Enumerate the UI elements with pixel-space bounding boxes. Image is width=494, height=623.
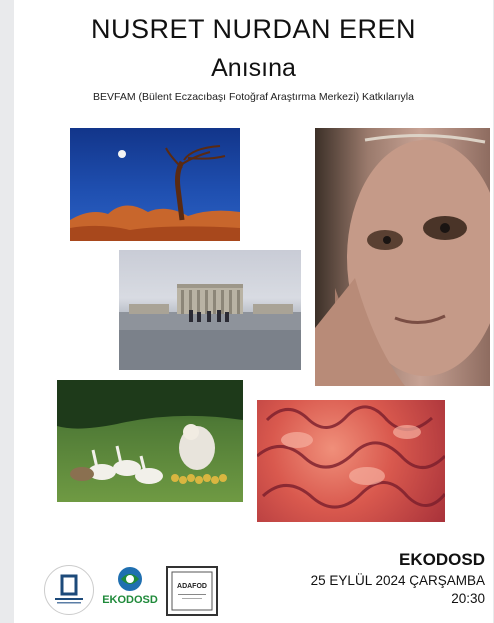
ekodosd-logo: EKODOSD: [101, 565, 159, 613]
event-time: 20:30: [451, 591, 485, 606]
organizer-name: EKODOSD: [399, 550, 485, 569]
poster-credit-line: BEVFAM (Bülent Eczacıbaşı Fotoğraf Araşt…: [93, 91, 414, 103]
photo-portrait-art: [315, 133, 490, 386]
photo-coral-macro-art: [257, 405, 445, 509]
adafod-emblem-icon: ADAFOD: [171, 571, 213, 611]
photo-anitkabir-art: [119, 284, 301, 370]
adafod-logo-text: ADAFOD: [177, 583, 207, 590]
photo-woman-geese: [57, 380, 243, 502]
photo-woman-geese-art: [57, 380, 243, 484]
photo-portrait: [315, 128, 490, 386]
logo-circle-icon: [55, 574, 83, 604]
tmmob-circle-logo: [44, 565, 94, 615]
event-date: 25 EYLÜL 2024 ÇARŞAMBA: [310, 573, 485, 588]
photo-coral-macro: [257, 400, 445, 522]
event-poster: NUSRET NURDAN EREN Anısına BEVFAM (Bülen…: [14, 0, 493, 623]
adafod-logo: ADAFOD: [166, 566, 218, 616]
photo-tree-moon-art: [70, 145, 240, 241]
ekodosd-emblem-icon: EKODOSD: [102, 567, 158, 606]
poster-title: NUSRET NURDAN EREN: [90, 14, 417, 44]
poster-subtitle-in-memory: Anısına: [211, 54, 296, 82]
photo-anitkabir: [119, 250, 301, 370]
ekodosd-logo-text: EKODOSD: [102, 594, 158, 606]
photo-tree-moon: [70, 128, 240, 241]
